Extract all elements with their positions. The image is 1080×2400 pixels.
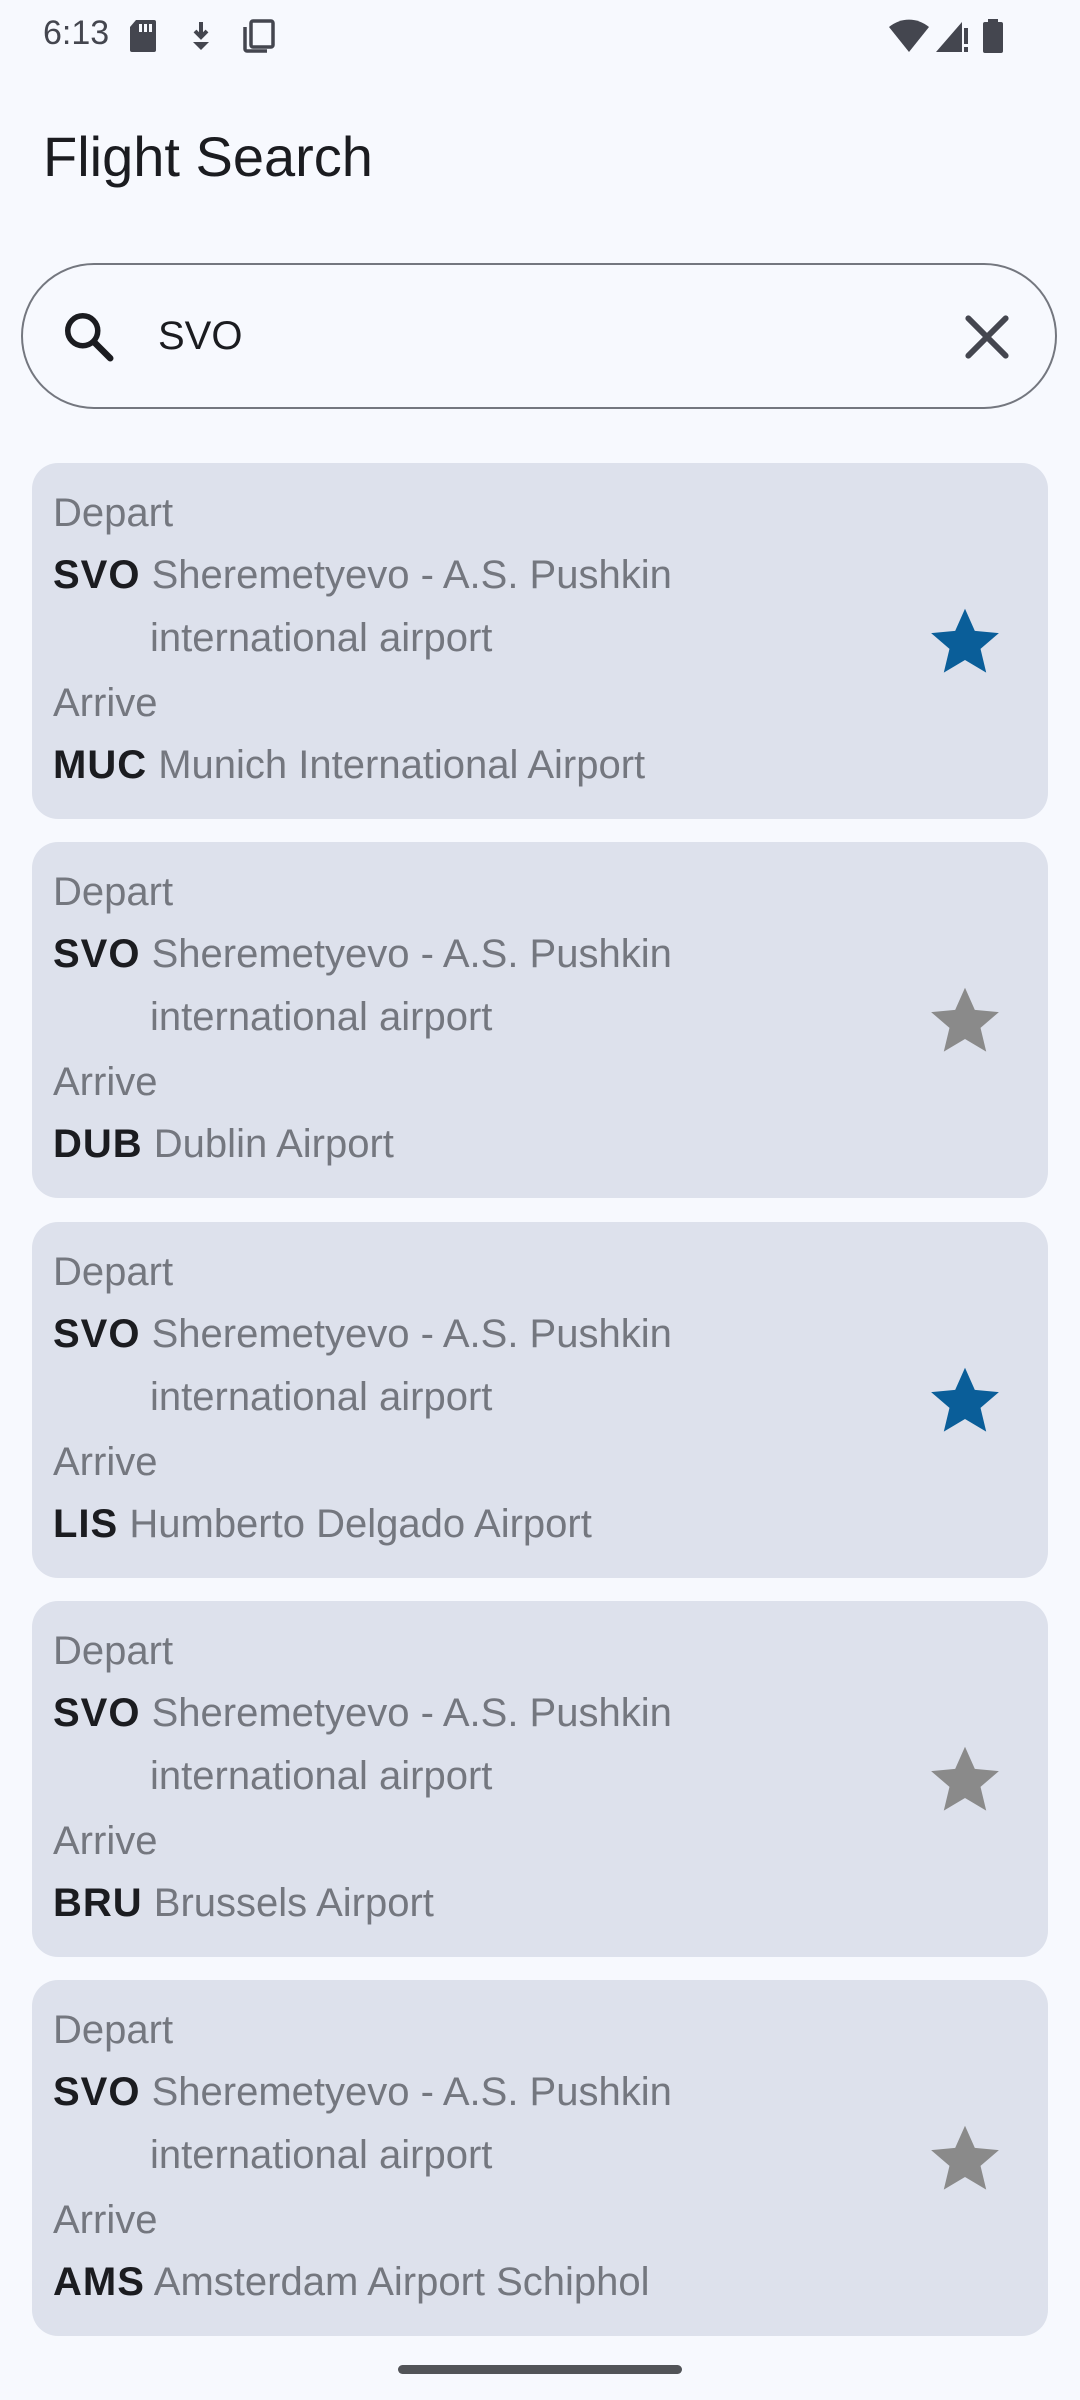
screenshot-icon	[243, 19, 275, 53]
depart-code: SVO	[53, 1312, 141, 1356]
arrive-airport: LIS Humberto Delgado Airport	[53, 1493, 773, 1556]
sd-card-icon	[130, 20, 156, 52]
status-time: 6:13	[43, 14, 110, 52]
arrive-code: DUB	[53, 1122, 143, 1166]
arrive-code: MUC	[53, 743, 148, 787]
favorite-star-icon[interactable]	[927, 982, 1003, 1058]
flight-card[interactable]: Depart SVO Sheremetyevo - A.S. Pushkin int…	[32, 463, 1048, 819]
depart-code: SVO	[53, 932, 141, 976]
depart-airport: SVO Sheremetyevo - A.S. Pushkin internati…	[53, 923, 773, 1049]
status-bar: 6:13	[0, 0, 1080, 72]
search-bar[interactable]	[21, 263, 1057, 409]
depart-name-cont: international airport	[150, 1754, 493, 1798]
arrive-code: BRU	[53, 1881, 143, 1925]
arrive-name: Amsterdam Airport Schiphol	[153, 2260, 650, 2304]
favorite-star-icon[interactable]	[927, 1741, 1003, 1817]
depart-name: Sheremetyevo - A.S. Pushkin	[151, 1312, 672, 1356]
arrive-code: AMS	[53, 2260, 145, 2304]
wifi-icon	[889, 19, 929, 52]
arrive-name: Humberto Delgado Airport	[129, 1502, 592, 1546]
arrive-name: Brussels Airport	[153, 1881, 434, 1925]
depart-label: Depart	[53, 1250, 174, 1294]
arrive-airport: MUC Munich International Airport	[53, 734, 773, 797]
arrive-label: Arrive	[53, 1819, 158, 1863]
depart-airport: SVO Sheremetyevo - A.S. Pushkin internati…	[53, 1682, 773, 1808]
flight-card[interactable]: Depart SVO Sheremetyevo - A.S. Pushkin int…	[32, 1601, 1048, 1957]
arrive-airport: DUB Dublin Airport	[53, 1113, 773, 1176]
depart-name: Sheremetyevo - A.S. Pushkin	[151, 553, 672, 597]
depart-name: Sheremetyevo - A.S. Pushkin	[151, 932, 672, 976]
depart-label: Depart	[53, 870, 174, 914]
depart-code: SVO	[53, 2070, 141, 2114]
search-input[interactable]	[158, 301, 938, 371]
favorite-star-icon[interactable]	[927, 2120, 1003, 2196]
arrive-label: Arrive	[53, 681, 158, 725]
download-icon	[193, 22, 209, 50]
battery-icon	[983, 19, 1003, 53]
depart-name: Sheremetyevo - A.S. Pushkin	[151, 1691, 672, 1735]
search-icon[interactable]	[59, 307, 119, 367]
signal-icon	[936, 22, 968, 52]
depart-code: SVO	[53, 553, 141, 597]
depart-name-cont: international airport	[150, 995, 493, 1039]
flight-card[interactable]: Depart SVO Sheremetyevo - A.S. Pushkin int…	[32, 842, 1048, 1198]
arrive-name: Munich International Airport	[158, 743, 646, 787]
arrive-label: Arrive	[53, 1440, 158, 1484]
depart-label: Depart	[53, 2008, 174, 2052]
arrive-airport: AMS Amsterdam Airport Schiphol	[53, 2251, 773, 2314]
home-indicator[interactable]	[398, 2365, 682, 2374]
flight-card[interactable]: Depart SVO Sheremetyevo - A.S. Pushkin int…	[32, 1222, 1048, 1578]
depart-code: SVO	[53, 1691, 141, 1735]
depart-airport: SVO Sheremetyevo - A.S. Pushkin internati…	[53, 544, 773, 670]
depart-name-cont: international airport	[150, 616, 493, 660]
depart-name-cont: international airport	[150, 1375, 493, 1419]
arrive-name: Dublin Airport	[153, 1122, 394, 1166]
arrive-code: LIS	[53, 1502, 119, 1546]
page-title: Flight Search	[43, 125, 373, 188]
depart-airport: SVO Sheremetyevo - A.S. Pushkin internati…	[53, 2061, 773, 2187]
depart-name: Sheremetyevo - A.S. Pushkin	[151, 2070, 672, 2114]
depart-airport: SVO Sheremetyevo - A.S. Pushkin internati…	[53, 1303, 773, 1429]
arrive-label: Arrive	[53, 2198, 158, 2242]
depart-name-cont: international airport	[150, 2133, 493, 2177]
depart-label: Depart	[53, 491, 174, 535]
depart-label: Depart	[53, 1629, 174, 1673]
arrive-label: Arrive	[53, 1060, 158, 1104]
favorite-star-icon[interactable]	[927, 1362, 1003, 1438]
flight-card[interactable]: Depart SVO Sheremetyevo - A.S. Pushkin int…	[32, 1980, 1048, 2336]
favorite-star-icon[interactable]	[927, 603, 1003, 679]
arrive-airport: BRU Brussels Airport	[53, 1872, 773, 1935]
close-icon[interactable]	[955, 305, 1019, 369]
